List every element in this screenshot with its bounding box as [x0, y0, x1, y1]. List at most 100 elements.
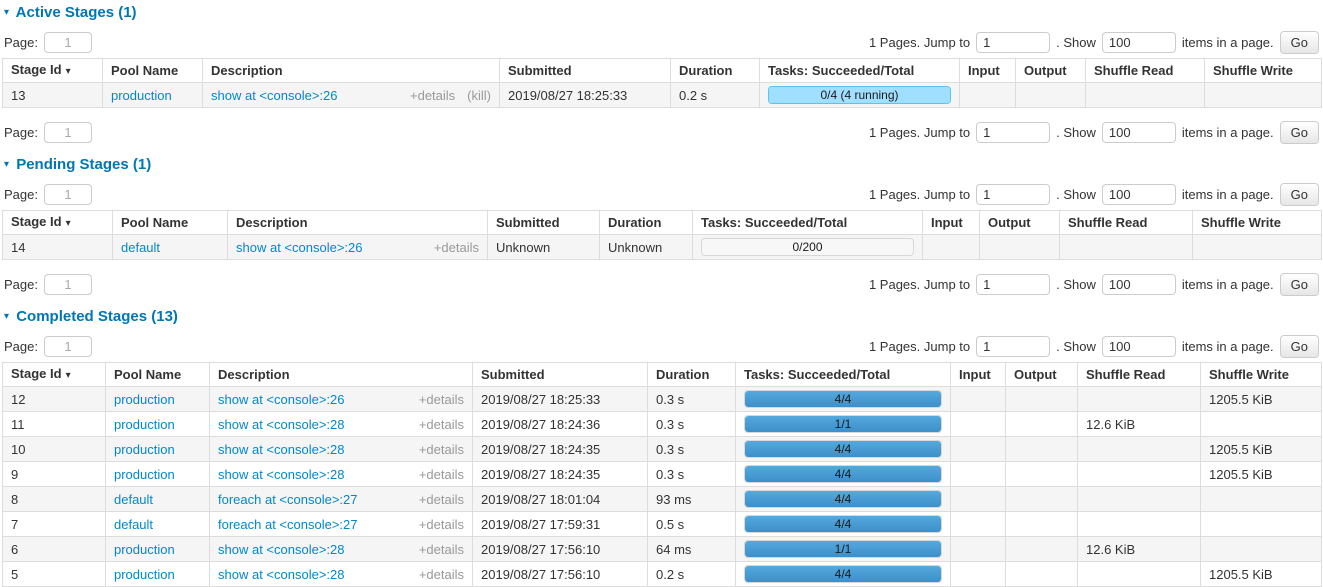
cell-pool: production: [106, 437, 210, 462]
pages-count-text: 1 Pages. Jump to: [869, 339, 970, 354]
column-header-submitted[interactable]: Submitted: [500, 59, 671, 83]
column-header-pool-name[interactable]: Pool Name: [113, 211, 228, 235]
description-wrap: show at <console>:26 +details: [236, 240, 479, 255]
page-input[interactable]: [44, 274, 92, 295]
cell-submitted: Unknown: [488, 235, 600, 260]
details-toggle[interactable]: +details: [419, 517, 464, 532]
column-header-shuffle-write[interactable]: Shuffle Write: [1193, 211, 1322, 235]
pool-name-link[interactable]: production: [114, 542, 175, 557]
column-header-duration[interactable]: Duration: [600, 211, 693, 235]
cell-tasks: 4/4: [736, 437, 951, 462]
show-items-input[interactable]: [1102, 122, 1176, 143]
details-toggle[interactable]: +details: [419, 492, 464, 507]
show-items-input[interactable]: [1102, 274, 1176, 295]
pool-name-link[interactable]: default: [114, 492, 153, 507]
column-header-output[interactable]: Output: [980, 211, 1060, 235]
cell-output: [1006, 412, 1078, 437]
go-button[interactable]: Go: [1280, 183, 1319, 206]
details-toggle[interactable]: +details: [419, 442, 464, 457]
page-label: Page:: [4, 187, 38, 202]
details-toggle[interactable]: +details: [419, 392, 464, 407]
pool-name-link[interactable]: production: [114, 467, 175, 482]
pool-name-link[interactable]: production: [114, 442, 175, 457]
column-header-submitted[interactable]: Submitted: [488, 211, 600, 235]
details-toggle[interactable]: +details: [434, 240, 479, 255]
progress-label: 0/4 (4 running): [769, 87, 950, 103]
description-link[interactable]: show at <console>:28: [218, 542, 344, 557]
column-header-duration[interactable]: Duration: [671, 59, 760, 83]
column-header-tasks-succeeded-total[interactable]: Tasks: Succeeded/Total: [760, 59, 960, 83]
column-header-stage-id[interactable]: Stage Id▾: [3, 363, 106, 387]
column-header-shuffle-write[interactable]: Shuffle Write: [1201, 363, 1322, 387]
details-toggle[interactable]: +details: [410, 88, 455, 103]
description-link[interactable]: show at <console>:28: [218, 567, 344, 582]
section-header-pending-stages[interactable]: ▾ Pending Stages (1): [4, 156, 1321, 173]
jump-to-input[interactable]: [976, 122, 1050, 143]
column-header-pool-name[interactable]: Pool Name: [106, 363, 210, 387]
show-items-input[interactable]: [1102, 32, 1176, 53]
go-button[interactable]: Go: [1280, 273, 1319, 296]
page-input[interactable]: [44, 336, 92, 357]
kill-link[interactable]: (kill): [467, 88, 491, 103]
show-items-input[interactable]: [1102, 184, 1176, 205]
column-header-stage-id[interactable]: Stage Id▾: [3, 211, 113, 235]
section-header-completed-stages[interactable]: ▾ Completed Stages (13): [4, 308, 1321, 325]
details-toggle[interactable]: +details: [419, 567, 464, 582]
description-link[interactable]: foreach at <console>:27: [218, 492, 358, 507]
column-header-pool-name[interactable]: Pool Name: [103, 59, 203, 83]
column-header-shuffle-read[interactable]: Shuffle Read: [1086, 59, 1205, 83]
pool-name-link[interactable]: default: [121, 240, 160, 255]
column-header-shuffle-read[interactable]: Shuffle Read: [1078, 363, 1201, 387]
pool-name-link[interactable]: production: [114, 567, 175, 582]
page-input[interactable]: [44, 184, 92, 205]
page-input[interactable]: [44, 122, 92, 143]
description-wrap: show at <console>:28 +details: [218, 542, 464, 557]
go-button[interactable]: Go: [1280, 121, 1319, 144]
jump-to-input[interactable]: [976, 32, 1050, 53]
jump-control: 1 Pages. Jump to . Show items in a page.…: [869, 121, 1319, 144]
description-link[interactable]: show at <console>:26: [211, 88, 337, 103]
column-header-description[interactable]: Description: [228, 211, 488, 235]
column-header-input[interactable]: Input: [960, 59, 1016, 83]
details-toggle[interactable]: +details: [419, 467, 464, 482]
column-header-stage-id[interactable]: Stage Id▾: [3, 59, 103, 83]
pool-name-link[interactable]: default: [114, 517, 153, 532]
go-button[interactable]: Go: [1280, 31, 1319, 54]
pool-name-link[interactable]: production: [111, 88, 172, 103]
column-header-description[interactable]: Description: [203, 59, 500, 83]
cell-stage-id: 8: [3, 487, 106, 512]
description-link[interactable]: show at <console>:26: [218, 392, 344, 407]
column-header-tasks-succeeded-total[interactable]: Tasks: Succeeded/Total: [736, 363, 951, 387]
description-link[interactable]: foreach at <console>:27: [218, 517, 358, 532]
jump-to-input[interactable]: [976, 184, 1050, 205]
column-header-duration[interactable]: Duration: [648, 363, 736, 387]
section-header-active-stages[interactable]: ▾ Active Stages (1): [4, 4, 1321, 21]
go-button[interactable]: Go: [1280, 335, 1319, 358]
column-header-submitted[interactable]: Submitted: [473, 363, 648, 387]
description-link[interactable]: show at <console>:28: [218, 417, 344, 432]
details-toggle[interactable]: +details: [419, 542, 464, 557]
details-toggle[interactable]: +details: [419, 417, 464, 432]
cell-description: show at <console>:26 +details: [228, 235, 488, 260]
column-header-label: Shuffle Read: [1086, 367, 1165, 382]
column-header-tasks-succeeded-total[interactable]: Tasks: Succeeded/Total: [693, 211, 923, 235]
column-header-description[interactable]: Description: [210, 363, 473, 387]
cell-duration: Unknown: [600, 235, 693, 260]
column-header-shuffle-read[interactable]: Shuffle Read: [1060, 211, 1193, 235]
description-link[interactable]: show at <console>:26: [236, 240, 362, 255]
column-header-input[interactable]: Input: [923, 211, 980, 235]
cell-tasks: 4/4: [736, 512, 951, 537]
show-items-input[interactable]: [1102, 336, 1176, 357]
jump-to-input[interactable]: [976, 336, 1050, 357]
pool-name-link[interactable]: production: [114, 392, 175, 407]
column-header-label: Stage Id: [11, 62, 62, 77]
description-link[interactable]: show at <console>:28: [218, 442, 344, 457]
column-header-input[interactable]: Input: [951, 363, 1006, 387]
pool-name-link[interactable]: production: [114, 417, 175, 432]
jump-to-input[interactable]: [976, 274, 1050, 295]
column-header-shuffle-write[interactable]: Shuffle Write: [1205, 59, 1322, 83]
column-header-output[interactable]: Output: [1006, 363, 1078, 387]
page-input[interactable]: [44, 32, 92, 53]
description-link[interactable]: show at <console>:28: [218, 467, 344, 482]
column-header-output[interactable]: Output: [1016, 59, 1086, 83]
